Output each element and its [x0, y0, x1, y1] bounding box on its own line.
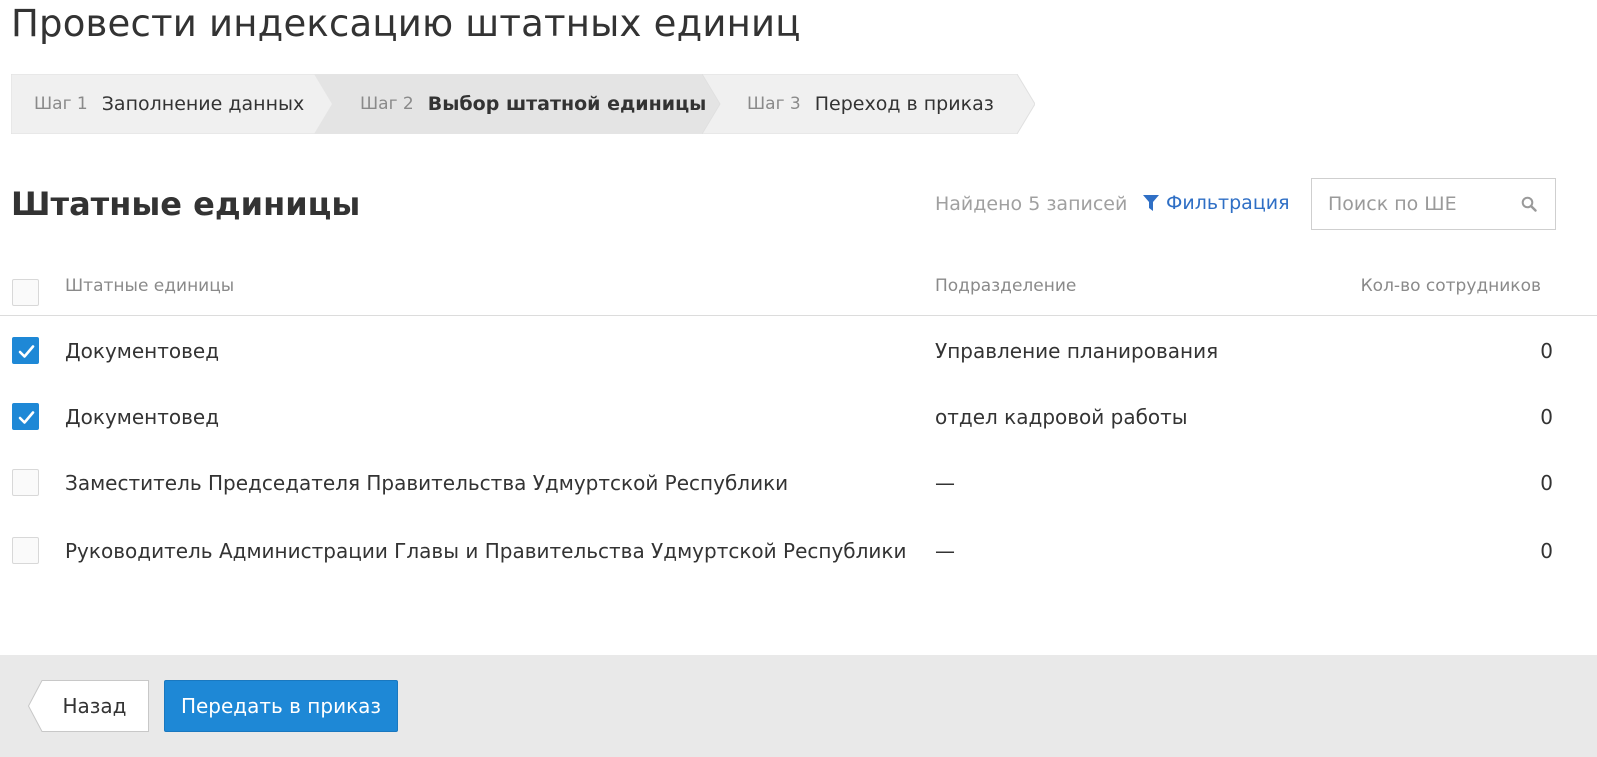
column-header-count[interactable]: Кол-во сотрудников	[1361, 276, 1541, 296]
row-name: Документовед	[65, 339, 220, 363]
step-2[interactable]: Шаг 2 Выбор штатной единицы	[314, 74, 721, 134]
select-all-checkbox[interactable]	[12, 279, 39, 306]
step-3[interactable]: Шаг 3 Переход в приказ	[702, 74, 1035, 134]
section-title: Штатные единицы	[11, 185, 361, 223]
row-count: 0	[1540, 471, 1553, 495]
step-2-label: Выбор штатной единицы	[427, 93, 707, 115]
page-title: Провести индексацию штатных единиц	[11, 2, 801, 45]
page: Провести индексацию штатных единиц Шаг 1…	[0, 0, 1597, 757]
table-header: Штатные единицы Подразделение Кол-во сот…	[0, 262, 1597, 316]
row-checkbox[interactable]	[12, 403, 39, 430]
step-1-label: Заполнение данных	[101, 93, 305, 115]
filter-button[interactable]: Фильтрация	[1143, 192, 1290, 214]
filter-label: Фильтрация	[1166, 192, 1290, 214]
row-name: Документовед	[65, 405, 220, 429]
records-count: Найдено 5 записей	[935, 193, 1128, 215]
row-name: Заместитель Председателя Правительства У…	[65, 471, 789, 495]
step-3-label: Переход в приказ	[814, 93, 994, 115]
table-row[interactable]: Заместитель Председателя Правительства У…	[0, 450, 1597, 516]
submit-button-label: Передать в приказ	[180, 694, 382, 718]
step-1-number: Шаг 1	[34, 94, 88, 114]
search-box	[1311, 178, 1556, 230]
row-count: 0	[1540, 539, 1553, 563]
submit-to-order-button[interactable]: Передать в приказ	[164, 680, 398, 732]
step-3-number: Шаг 3	[747, 94, 801, 114]
filter-icon	[1143, 194, 1159, 212]
row-count: 0	[1540, 339, 1553, 363]
row-count: 0	[1540, 405, 1553, 429]
checkmark-icon	[18, 411, 35, 424]
column-header-name[interactable]: Штатные единицы	[65, 276, 234, 296]
row-name: Руководитель Администрации Главы и Прави…	[65, 539, 907, 563]
step-1[interactable]: Шаг 1 Заполнение данных	[11, 74, 333, 134]
table-row[interactable]: Документовед Управление планирования 0	[0, 318, 1597, 384]
row-department: —	[935, 539, 955, 563]
step-2-number: Шаг 2	[360, 94, 414, 114]
row-department: отдел кадровой работы	[935, 405, 1188, 429]
row-checkbox[interactable]	[12, 337, 39, 364]
column-header-department[interactable]: Подразделение	[935, 276, 1076, 296]
footer-bar: Назад Передать в приказ	[0, 655, 1597, 757]
row-department: —	[935, 471, 955, 495]
table-row[interactable]: Руководитель Администрации Главы и Прави…	[0, 518, 1597, 584]
back-button-label: Назад	[62, 694, 127, 718]
row-checkbox[interactable]	[12, 537, 39, 564]
search-input[interactable]	[1312, 180, 1502, 228]
search-icon[interactable]	[1521, 196, 1537, 212]
checkmark-icon	[18, 345, 35, 358]
row-department: Управление планирования	[935, 339, 1219, 363]
row-checkbox[interactable]	[12, 469, 39, 496]
table-row[interactable]: Документовед отдел кадровой работы 0	[0, 384, 1597, 450]
back-button[interactable]: Назад	[28, 680, 149, 732]
